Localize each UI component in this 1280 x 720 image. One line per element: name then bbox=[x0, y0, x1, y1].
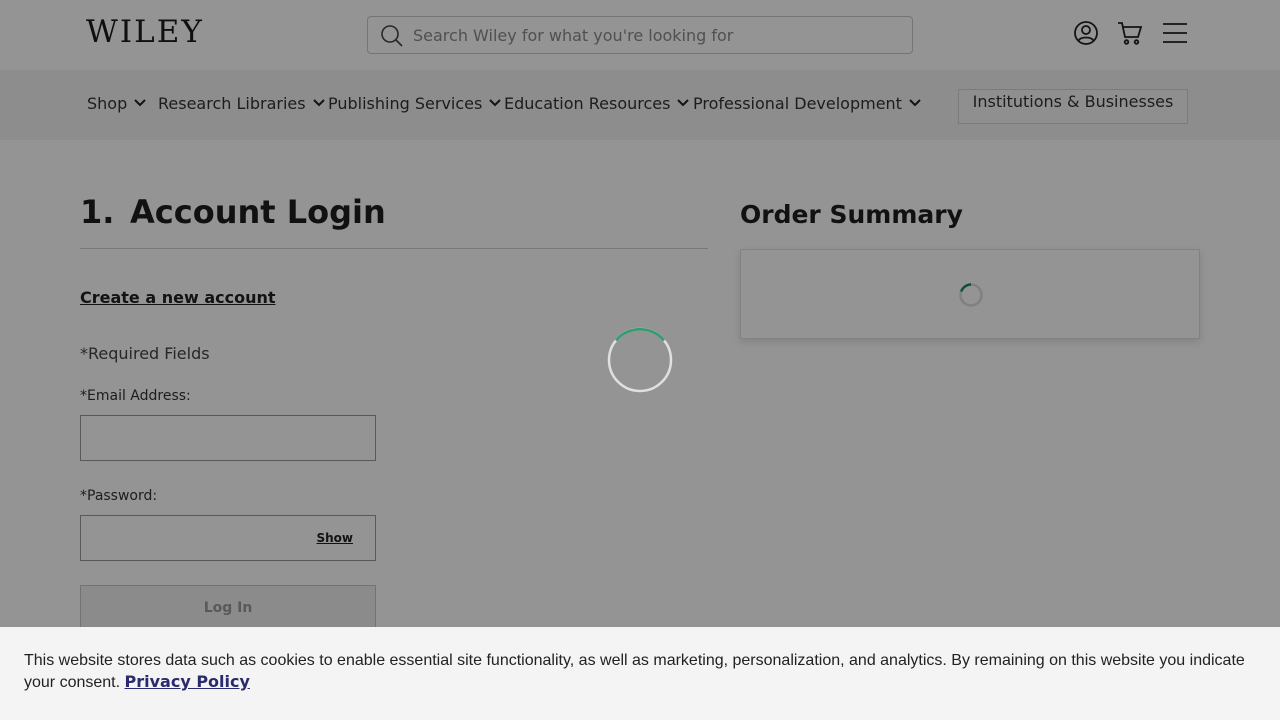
cookie-banner: This website stores data such as cookies… bbox=[0, 627, 1280, 720]
privacy-policy-link[interactable]: Privacy Policy bbox=[125, 672, 250, 691]
loading-spinner-icon bbox=[607, 327, 673, 393]
cookie-banner-text: This website stores data such as cookies… bbox=[24, 650, 1254, 693]
loading-overlay bbox=[0, 0, 1280, 720]
